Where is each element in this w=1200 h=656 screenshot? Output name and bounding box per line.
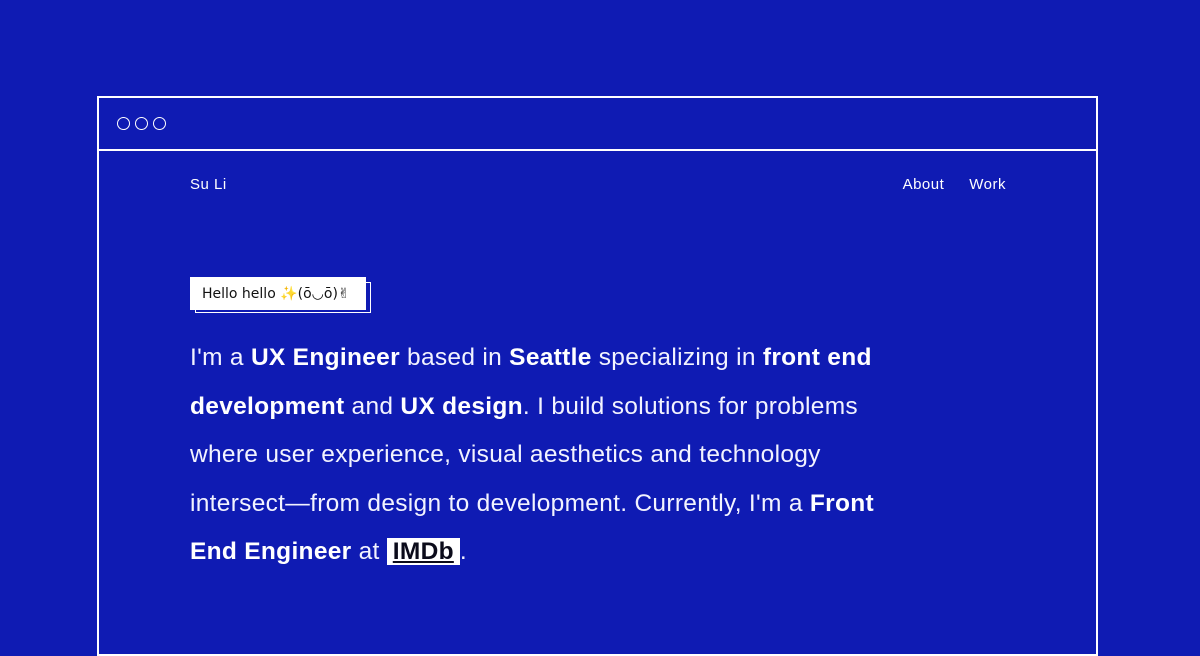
greeting-text: Hello hello ✨(ō◡ō)✌ — [190, 277, 366, 310]
intro-text: I'm a — [190, 344, 251, 371]
intro-text: specializing in — [591, 344, 763, 371]
window-dot-icon — [135, 117, 148, 130]
brand-link[interactable]: Su Li — [190, 176, 227, 193]
nav-about-link[interactable]: About — [903, 176, 945, 193]
intro-emphasis: UX design — [400, 392, 523, 420]
intro-emphasis: UX Engineer — [250, 344, 400, 371]
top-nav: Su Li About Work — [190, 176, 1006, 193]
browser-window-frame: Su Li About Work Hello hello ✨(ō◡ō)✌ I'm… — [97, 96, 1098, 656]
intro-paragraph: I'm a UX Engineer based in Seattle speci… — [190, 334, 910, 577]
imdb-link[interactable]: IMDb — [386, 538, 460, 565]
nav-links: About Work — [903, 176, 1006, 193]
nav-work-link[interactable]: Work — [969, 176, 1006, 193]
window-dot-icon — [153, 117, 166, 130]
intro-text: based in — [399, 344, 510, 371]
window-titlebar — [99, 98, 1096, 151]
window-dot-icon — [117, 117, 130, 130]
intro-text: and — [344, 392, 401, 420]
intro-emphasis: Seattle — [509, 344, 592, 371]
intro-text: at — [351, 538, 387, 565]
intro-text: . — [459, 538, 467, 565]
greeting-badge: Hello hello ✨(ō◡ō)✌ — [190, 277, 371, 313]
